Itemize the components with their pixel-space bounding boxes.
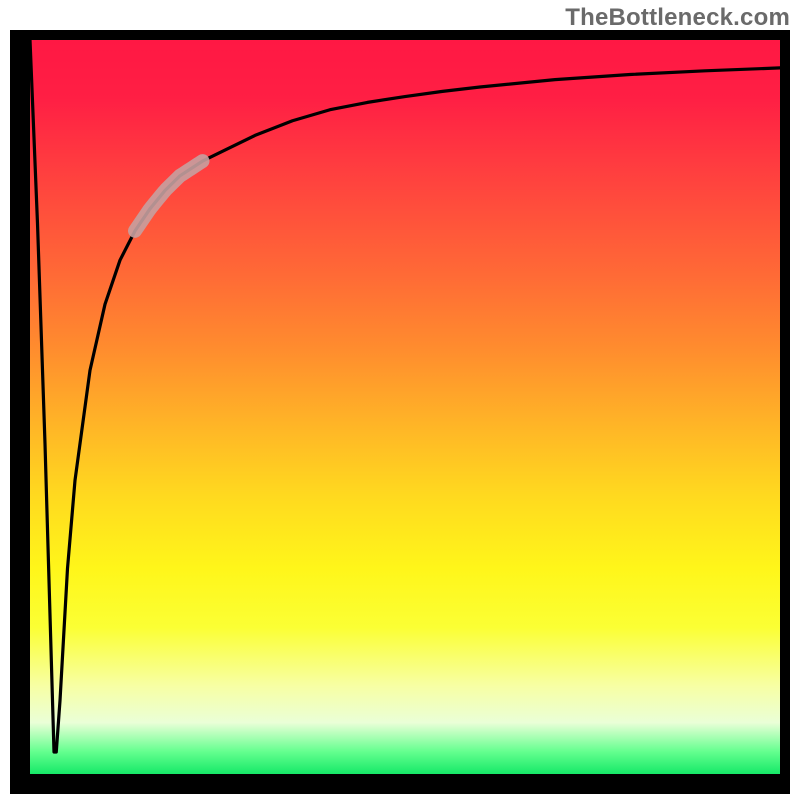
chart-curve-svg [30,40,780,774]
chart-plot-area [30,40,780,774]
chart-frame [10,30,790,794]
chart-stage: TheBottleneck.com [0,0,800,800]
highlight-segment [135,161,203,231]
watermark-text: TheBottleneck.com [565,4,790,32]
bottleneck-curve-line [30,40,780,752]
